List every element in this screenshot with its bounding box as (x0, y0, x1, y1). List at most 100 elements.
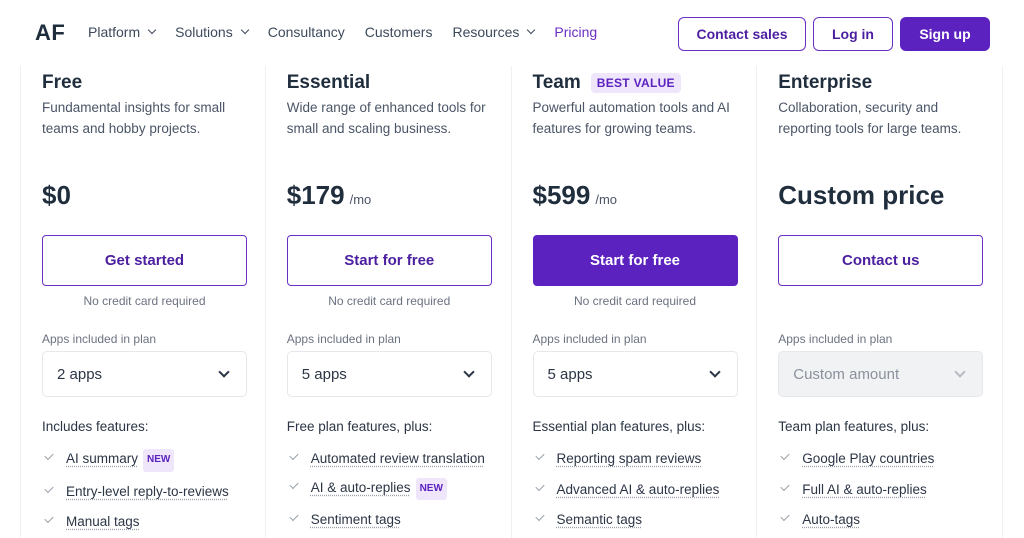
signup-button[interactable]: Sign up (900, 17, 990, 51)
feature-item: Auto-tags (778, 510, 993, 531)
features-heading: Free plan features, plus: (286, 419, 433, 434)
feature-list: AI summary NEW Entry-level reply-to-revie… (42, 449, 257, 538)
plan-title: Essential (286, 72, 371, 93)
feature-label[interactable]: Full AI & auto-replies (802, 482, 927, 497)
nav-item-resources[interactable]: Resources (452, 24, 536, 40)
feature-item: Advanced AI & auto-replies (533, 480, 748, 501)
apps-select[interactable]: 5 apps (532, 351, 738, 397)
new-badge: NEW (143, 449, 175, 472)
check-icon (44, 450, 54, 461)
top-navigation: AF Platform Solutions Consultancy Custom… (0, 0, 1024, 66)
nav-item-consultancy[interactable]: Consultancy (268, 24, 345, 40)
login-button[interactable]: Log in (813, 17, 893, 51)
feature-item: Google Play countries (778, 449, 993, 470)
feature-label[interactable]: Entry-level reply-to-reviews (66, 484, 229, 499)
features-heading: Includes features: (42, 419, 149, 434)
no-credit-card-note: No credit card required (83, 294, 206, 308)
check-icon (44, 513, 54, 524)
chevron-down-icon (527, 25, 536, 35)
check-icon (289, 479, 299, 489)
apps-label: Apps included in plan (42, 332, 157, 346)
nav-item-pricing[interactable]: Pricing (554, 24, 597, 40)
chevron-down-icon (463, 366, 475, 378)
check-icon (289, 511, 299, 522)
contact-sales-button[interactable]: Contact sales (678, 17, 806, 51)
feature-label[interactable]: Sentiment tags (311, 512, 401, 527)
apps-select[interactable]: 5 apps (286, 351, 492, 397)
chevron-down-icon (954, 366, 966, 378)
feature-label[interactable]: Semantic tags (557, 512, 643, 527)
plan-card-essential: Essential Wide range of enhanced tools f… (265, 62, 512, 538)
check-icon (534, 511, 545, 522)
check-icon (44, 483, 54, 493)
feature-item: Reporting spam reviews (533, 449, 748, 470)
feature-list: Automated review translation AI & auto-r… (287, 449, 502, 538)
plan-price: $599/mo (532, 180, 618, 210)
feature-item: Full AI & auto-replies (778, 480, 993, 501)
chevron-down-icon (708, 366, 721, 378)
feature-label[interactable]: Manual tags (66, 514, 140, 529)
feature-label[interactable]: Auto-tags (802, 512, 860, 527)
feature-item: Automated review translation (287, 449, 502, 470)
plan-description: Collaboration, security and reporting to… (778, 100, 962, 136)
feature-label[interactable]: Reporting spam reviews (557, 451, 702, 466)
check-icon (534, 481, 545, 491)
features-heading: Team plan features, plus: (778, 419, 930, 434)
feature-label[interactable]: AI summary (66, 451, 138, 466)
price-period: /mo (595, 192, 618, 207)
apps-label: Apps included in plan (286, 332, 401, 346)
get-started-button[interactable]: Get started (42, 235, 247, 286)
nav-item-platform[interactable]: Platform (88, 24, 157, 40)
plan-price: Custom price (778, 180, 945, 210)
feature-item: Manual tags (42, 512, 257, 533)
chevron-down-icon (240, 25, 249, 35)
plan-card-team: Team BEST VALUE Powerful automation tools… (511, 62, 758, 538)
plan-price: $0 (42, 180, 71, 210)
plan-description: Wide range of enhanced tools for small a… (286, 100, 486, 136)
feature-label[interactable]: Advanced AI & auto-replies (557, 482, 720, 497)
apps-select: Custom amount (778, 351, 984, 397)
check-icon (780, 481, 790, 491)
feature-list: Google Play countries Full AI & auto-rep… (778, 449, 993, 538)
plan-description: Powerful automation tools and AI feature… (532, 100, 730, 136)
check-icon (780, 511, 790, 522)
apps-label: Apps included in plan (778, 332, 893, 346)
feature-label[interactable]: AI & auto-replies (311, 480, 411, 495)
apps-select[interactable]: 2 apps (42, 351, 247, 397)
plan-title: Free (42, 72, 83, 93)
chevron-down-icon (218, 366, 230, 378)
check-icon (780, 450, 790, 461)
chevron-down-icon (147, 25, 157, 35)
feature-item: AI summary NEW (42, 449, 257, 472)
no-credit-card-note: No credit card required (328, 294, 451, 308)
nav-item-customers[interactable]: Customers (365, 24, 433, 40)
no-credit-card-note: No credit card required (573, 294, 697, 308)
apps-label: Apps included in plan (532, 332, 647, 346)
nav-item-solutions[interactable]: Solutions (175, 24, 249, 40)
feature-list: Reporting spam reviews Advanced AI & aut… (533, 449, 748, 538)
check-icon (534, 450, 545, 461)
feature-item: Entry-level reply-to-reviews (42, 482, 257, 503)
pricing-cards: Free Fundamental insights for small team… (20, 62, 1003, 538)
features-heading: Essential plan features, plus: (532, 419, 706, 434)
main-menu: Platform Solutions Consultancy Customers… (88, 24, 617, 40)
feature-item: Sentiment tags (287, 510, 502, 531)
plan-title: Enterprise (778, 72, 873, 93)
feature-item: AI & auto-replies NEW (287, 477, 502, 500)
feature-item: Semantic tags (533, 510, 748, 531)
check-icon (289, 450, 299, 461)
plan-title: Team BEST VALUE (533, 72, 681, 94)
logo[interactable]: AF (35, 20, 65, 46)
new-badge: NEW (415, 477, 447, 500)
feature-label[interactable]: Automated review translation (311, 451, 485, 466)
best-value-badge: BEST VALUE (590, 73, 681, 93)
contact-us-button[interactable]: Contact us (778, 235, 984, 286)
feature-label[interactable]: Google Play countries (802, 451, 934, 466)
plan-price: $179/mo (286, 180, 372, 210)
plan-description: Fundamental insights for small teams and… (42, 100, 226, 136)
start-for-free-button[interactable]: Start for free (532, 235, 738, 286)
price-period: /mo (349, 192, 372, 207)
start-for-free-button[interactable]: Start for free (286, 235, 492, 286)
plan-card-free: Free Fundamental insights for small team… (20, 62, 266, 538)
plan-card-enterprise: Enterprise Collaboration, security and r… (757, 62, 1003, 538)
